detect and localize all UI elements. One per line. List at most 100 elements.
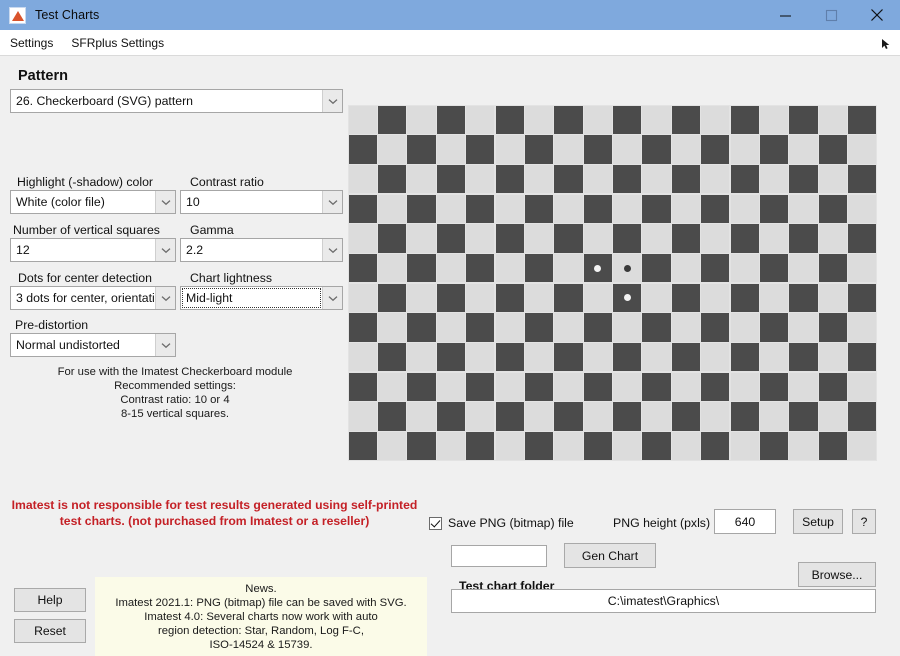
help-question-button[interactable]: ? (852, 509, 876, 534)
checker-square (760, 372, 789, 402)
news-line: News. (245, 583, 277, 595)
checker-square (377, 224, 407, 253)
checker-square (701, 342, 730, 372)
highlight-color-select[interactable]: White (color file) (10, 190, 176, 214)
center-detection-dot (594, 264, 602, 272)
checker-square (818, 194, 847, 224)
checker-square (848, 194, 877, 224)
chevron-down-icon (155, 334, 175, 356)
checker-square (583, 431, 612, 461)
contrast-ratio-select[interactable]: 10 (180, 190, 343, 214)
checker-square (848, 372, 877, 402)
cursor-icon (880, 37, 892, 49)
gen-chart-button[interactable]: Gen Chart (564, 543, 656, 568)
checker-square (818, 372, 847, 402)
save-png-checkbox[interactable]: Save PNG (bitmap) file (429, 516, 574, 530)
checker-square (789, 224, 818, 253)
checker-square (730, 313, 759, 342)
chevron-down-icon (322, 239, 342, 261)
checker-square (495, 105, 524, 135)
checker-square (613, 194, 642, 224)
checker-square (554, 372, 583, 402)
test-chart-folder-input[interactable]: C:\imatest\Graphics\ (451, 589, 876, 613)
gamma-select[interactable]: 2.2 (180, 238, 343, 262)
gen-chart-input[interactable] (451, 545, 547, 567)
checker-square (466, 164, 495, 194)
checker-square (642, 164, 671, 194)
checker-square (613, 224, 642, 253)
vertical-squares-label: Number of vertical squares (13, 223, 160, 237)
minimize-icon[interactable] (762, 0, 808, 30)
checker-square (613, 342, 642, 372)
checker-square (583, 105, 612, 135)
gamma-value: 2.2 (186, 243, 204, 257)
checker-square (818, 105, 847, 135)
checker-square (613, 431, 642, 461)
checker-square (848, 164, 877, 194)
browse-button[interactable]: Browse... (798, 562, 876, 587)
checker-square (760, 194, 789, 224)
pre-distortion-select[interactable]: Normal undistorted (10, 333, 176, 357)
checker-square (642, 431, 671, 461)
png-height-input[interactable]: 640 (714, 509, 776, 534)
checker-square (554, 283, 583, 313)
checker-square (583, 342, 612, 372)
checker-square (613, 164, 642, 194)
checker-square (818, 253, 847, 283)
news-text: News. Imatest 2021.1: PNG (bitmap) file … (95, 582, 427, 652)
note-line: Recommended settings: (114, 380, 236, 392)
reset-button[interactable]: Reset (14, 619, 86, 643)
checker-square (407, 105, 436, 135)
close-icon[interactable] (854, 0, 900, 30)
checker-square (671, 372, 701, 402)
checker-square (789, 431, 818, 461)
checker-square (436, 342, 465, 372)
checker-square (848, 253, 877, 283)
news-line: region detection: Star, Random, Log F-C, (158, 625, 364, 637)
checker-square (818, 342, 847, 372)
checker-square (495, 283, 524, 313)
note-line: For use with the Imatest Checkerboard mo… (57, 366, 293, 378)
center-dots-select[interactable]: 3 dots for center, orientati... (10, 286, 176, 310)
checker-square (789, 194, 818, 224)
window-title: Test Charts (35, 8, 100, 22)
checker-square (701, 105, 730, 135)
checker-square (466, 402, 495, 431)
checker-square (760, 342, 789, 372)
chart-lightness-select[interactable]: Mid-light (180, 286, 343, 310)
pattern-select[interactable]: 26. Checkerboard (SVG) pattern (10, 89, 343, 113)
checker-square (348, 253, 377, 283)
checker-square (495, 431, 524, 461)
checker-square (730, 342, 759, 372)
highlight-color-label: Highlight (-shadow) color (17, 175, 154, 189)
checker-square (701, 313, 730, 342)
checker-square (583, 194, 612, 224)
chevron-down-icon (322, 287, 342, 309)
checker-square (407, 402, 436, 431)
checker-square (671, 105, 701, 135)
checker-square (524, 372, 554, 402)
self-print-disclaimer: Imatest is not responsible for test resu… (2, 497, 427, 529)
checker-square (760, 283, 789, 313)
setup-button[interactable]: Setup (793, 509, 843, 534)
checker-square (848, 342, 877, 372)
checker-square (466, 135, 495, 164)
checker-square (818, 431, 847, 461)
vertical-squares-select[interactable]: 12 (10, 238, 176, 262)
maximize-icon[interactable] (808, 0, 854, 30)
checker-square (348, 431, 377, 461)
help-button[interactable]: Help (14, 588, 86, 612)
main-content: Pattern 26. Checkerboard (SVG) pattern H… (0, 57, 900, 656)
checker-square (436, 372, 465, 402)
checker-square (789, 342, 818, 372)
menu-item-settings[interactable]: Settings (2, 33, 61, 53)
checker-square (642, 342, 671, 372)
menu-item-sfrplus-settings[interactable]: SFRplus Settings (63, 33, 172, 53)
checker-square (671, 402, 701, 431)
checker-square (583, 164, 612, 194)
save-png-label: Save PNG (bitmap) file (448, 516, 574, 530)
checker-square (701, 253, 730, 283)
center-dots-value: 3 dots for center, orientati... (16, 291, 155, 305)
checker-square (466, 313, 495, 342)
checker-square (407, 342, 436, 372)
